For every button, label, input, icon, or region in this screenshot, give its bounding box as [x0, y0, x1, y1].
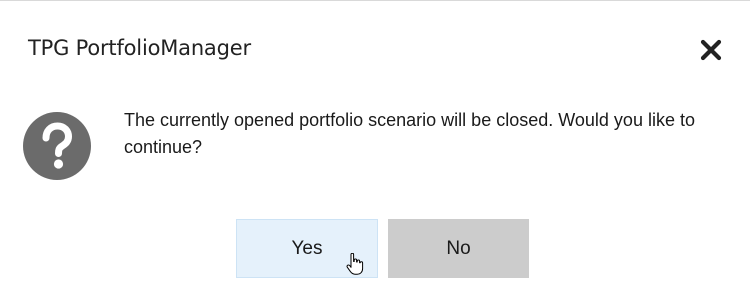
yes-button-label: Yes [291, 237, 323, 259]
no-button-label: No [446, 237, 471, 259]
dialog-title: TPG PortfolioManager [28, 36, 251, 60]
close-icon [698, 37, 724, 63]
yes-button[interactable]: Yes [236, 219, 378, 278]
close-button[interactable] [698, 37, 724, 63]
confirm-dialog: TPG PortfolioManager The currently opene… [0, 0, 750, 284]
no-button[interactable]: No [388, 219, 529, 278]
question-icon [22, 111, 92, 181]
dialog-message: The currently opened portfolio scenario … [124, 110, 695, 157]
